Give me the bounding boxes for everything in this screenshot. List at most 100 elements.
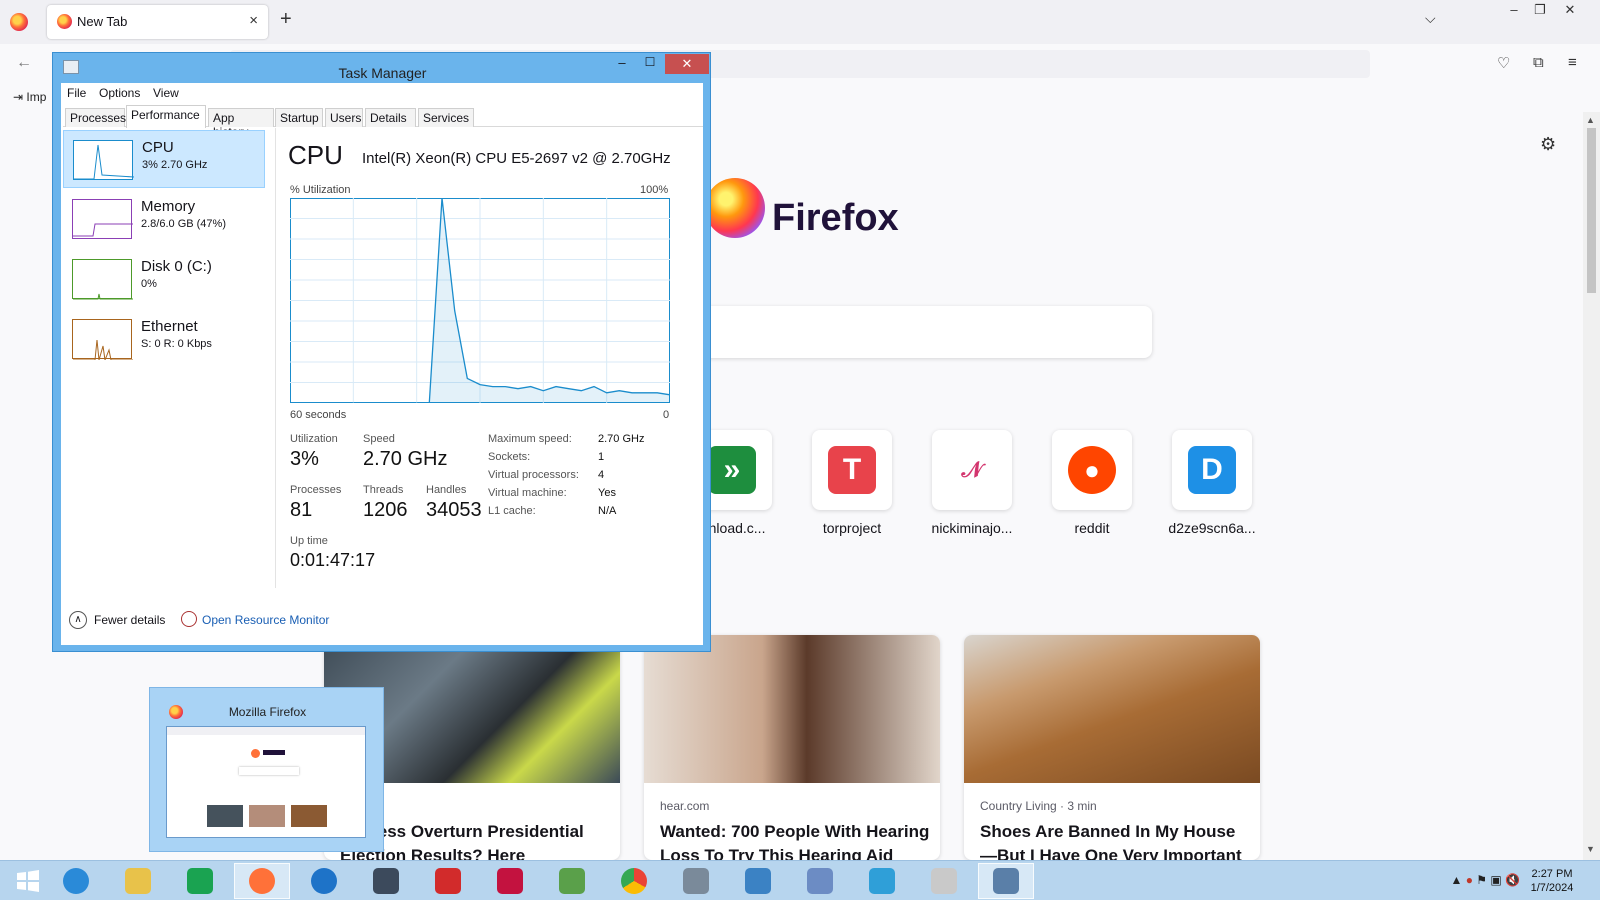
story-card[interactable]: Country Living · 3 min Shoes Are Banned I… xyxy=(964,635,1260,860)
firefox-logo xyxy=(705,178,765,238)
detail-value: 4 xyxy=(598,469,605,481)
detail-label: Maximum speed: xyxy=(488,433,572,445)
scrollbar-thumb[interactable] xyxy=(1587,128,1596,293)
resource-ethernet[interactable]: Ethernet S: 0 R: 0 Kbps xyxy=(63,310,265,368)
resource-memory[interactable]: Memory 2.8/6.0 GB (47%) xyxy=(63,190,265,248)
taskbar-store[interactable] xyxy=(172,863,228,899)
new-tab-button[interactable]: + xyxy=(280,8,292,31)
tm-maximize-button[interactable]: ☐ xyxy=(637,55,663,75)
file-explorer-icon xyxy=(125,868,151,894)
taskbar-document-app[interactable] xyxy=(916,863,972,899)
taskbar-settings-app[interactable] xyxy=(420,863,476,899)
menu-file[interactable]: File xyxy=(67,86,86,100)
close-button[interactable]: ✕ xyxy=(1548,2,1592,24)
network-icon[interactable]: ▣ xyxy=(1490,873,1505,887)
tab-performance[interactable]: Performance xyxy=(126,105,206,128)
taskbar-task-manager[interactable] xyxy=(978,863,1034,899)
tab-services[interactable]: Services xyxy=(418,108,474,127)
processes-value: 81 xyxy=(290,499,313,521)
top-site-icon-tile: T xyxy=(812,430,892,510)
tab-processes[interactable]: Processes xyxy=(65,108,126,127)
taskbar-chrome[interactable] xyxy=(606,863,662,899)
pocket-icon[interactable]: ♡ xyxy=(1497,54,1510,72)
antivirus-icon[interactable]: ● xyxy=(1466,873,1477,887)
action-center-flag-icon[interactable]: ⚑ xyxy=(1476,873,1490,887)
top-site-tile[interactable]: 𝒩nickiminajo... xyxy=(922,430,1022,536)
tab-users[interactable]: Users xyxy=(325,108,363,127)
top-site-icon: ● xyxy=(1068,446,1116,494)
control-panel-icon xyxy=(745,868,771,894)
thumb-search xyxy=(239,767,299,775)
util-axis-max: 100% xyxy=(640,184,669,196)
utilization-label: Utilization xyxy=(290,433,338,445)
handles-label: Handles xyxy=(426,484,467,496)
extensions-icon[interactable]: ⧉ xyxy=(1533,54,1544,71)
preview-title: Mozilla Firefox xyxy=(228,705,307,719)
tab-close-icon[interactable]: × xyxy=(249,12,258,29)
import-bookmarks-link[interactable]: ⇥ Imp xyxy=(13,90,46,104)
resource-value: S: 0 R: 0 Kbps xyxy=(141,338,212,350)
resource-sparkline xyxy=(72,319,133,362)
resource-name: Ethernet xyxy=(141,318,198,335)
tm-minimize-button[interactable]: – xyxy=(609,55,635,75)
resource-disk[interactable]: Disk 0 (C:) 0% xyxy=(63,250,265,308)
top-site-label: torproject xyxy=(822,520,882,536)
taskbar-control-panel[interactable] xyxy=(730,863,786,899)
top-site-tile[interactable]: Dd2ze9scn6a... xyxy=(1162,430,1262,536)
scroll-down-icon[interactable]: ▼ xyxy=(1586,844,1595,854)
taskbar-internet-explorer[interactable] xyxy=(48,863,104,899)
taskbar-downloader[interactable] xyxy=(854,863,910,899)
preview-thumbnail[interactable] xyxy=(166,726,366,838)
open-resource-monitor-link[interactable]: Open Resource Monitor xyxy=(202,613,329,627)
scroll-up-icon[interactable]: ▲ xyxy=(1586,115,1595,125)
taskbar-edge[interactable] xyxy=(296,863,352,899)
speed-label: Speed xyxy=(363,433,395,445)
taskbar-screen-recorder[interactable] xyxy=(482,863,538,899)
taskbar-file-explorer[interactable] xyxy=(110,863,166,899)
detail-value: 2.70 GHz xyxy=(598,433,645,445)
menu-icon[interactable]: ≡ xyxy=(1568,54,1577,71)
clock-date: 1/7/2024 xyxy=(1530,882,1574,894)
tab-details[interactable]: Details xyxy=(365,108,416,127)
top-site-label: d2ze9scn6a... xyxy=(1168,520,1256,536)
top-site-icon: T xyxy=(828,446,876,494)
firefox-icon xyxy=(249,868,275,894)
gear-icon[interactable]: ⚙ xyxy=(1540,134,1556,155)
story-title: Wanted: 700 People With Hearing Loss To … xyxy=(660,822,930,860)
story-image xyxy=(964,635,1260,783)
taskbar-paint-app[interactable] xyxy=(544,863,600,899)
story-card[interactable]: hear.com Wanted: 700 People With Hearing … xyxy=(644,635,940,860)
tab-new-tab[interactable]: New Tab × xyxy=(47,5,268,39)
top-site-tile[interactable]: Ttorproject xyxy=(802,430,902,536)
processes-label: Processes xyxy=(290,484,342,496)
firefox-wordmark: Firefox xyxy=(772,197,899,239)
resource-cpu[interactable]: CPU 3% 2.70 GHz xyxy=(63,130,265,188)
time-axis-right: 0 xyxy=(663,409,670,421)
system-tray: ▲ ● ⚑ ▣ 🔇 xyxy=(1450,873,1520,887)
menu-view[interactable]: View xyxy=(153,86,179,100)
resource-value: 0% xyxy=(141,278,157,290)
tab-app-history[interactable]: App history xyxy=(208,108,274,139)
taskbar-calendar-app[interactable] xyxy=(792,863,848,899)
menu-options[interactable]: Options xyxy=(99,86,140,100)
tm-close-button[interactable]: ✕ xyxy=(665,54,709,74)
taskbar-remote-desktop[interactable] xyxy=(358,863,414,899)
show-hidden-icons-icon[interactable]: ▲ xyxy=(1450,873,1462,887)
chevron-up-icon[interactable]: ∧ xyxy=(69,611,87,629)
fewer-details-link[interactable]: Fewer details xyxy=(94,613,165,627)
detail-label: Sockets: xyxy=(488,451,531,463)
taskbar-firefox[interactable] xyxy=(234,863,290,899)
firefox-taskbar-preview[interactable]: Mozilla Firefox xyxy=(149,687,384,852)
list-all-tabs-icon[interactable]: ⌵ xyxy=(1425,10,1436,27)
tab-startup[interactable]: Startup xyxy=(275,108,323,127)
taskbar-clock[interactable]: 2:27 PM 1/7/2024 xyxy=(1512,867,1592,895)
top-site-tile[interactable]: ● reddit xyxy=(1042,430,1142,536)
task-manager-icon xyxy=(993,868,1019,894)
page-scrollbar[interactable]: ▲ ▼ xyxy=(1583,112,1600,860)
back-arrow-icon[interactable]: ← xyxy=(16,54,32,72)
task-manager-footer: ∧ Fewer details Open Resource Monitor xyxy=(61,605,703,635)
newtab-search-box[interactable] xyxy=(690,306,1152,358)
thumb-story-3 xyxy=(291,805,327,827)
taskbar-notes-app[interactable] xyxy=(668,863,724,899)
time-axis-left: 60 seconds xyxy=(290,409,347,421)
